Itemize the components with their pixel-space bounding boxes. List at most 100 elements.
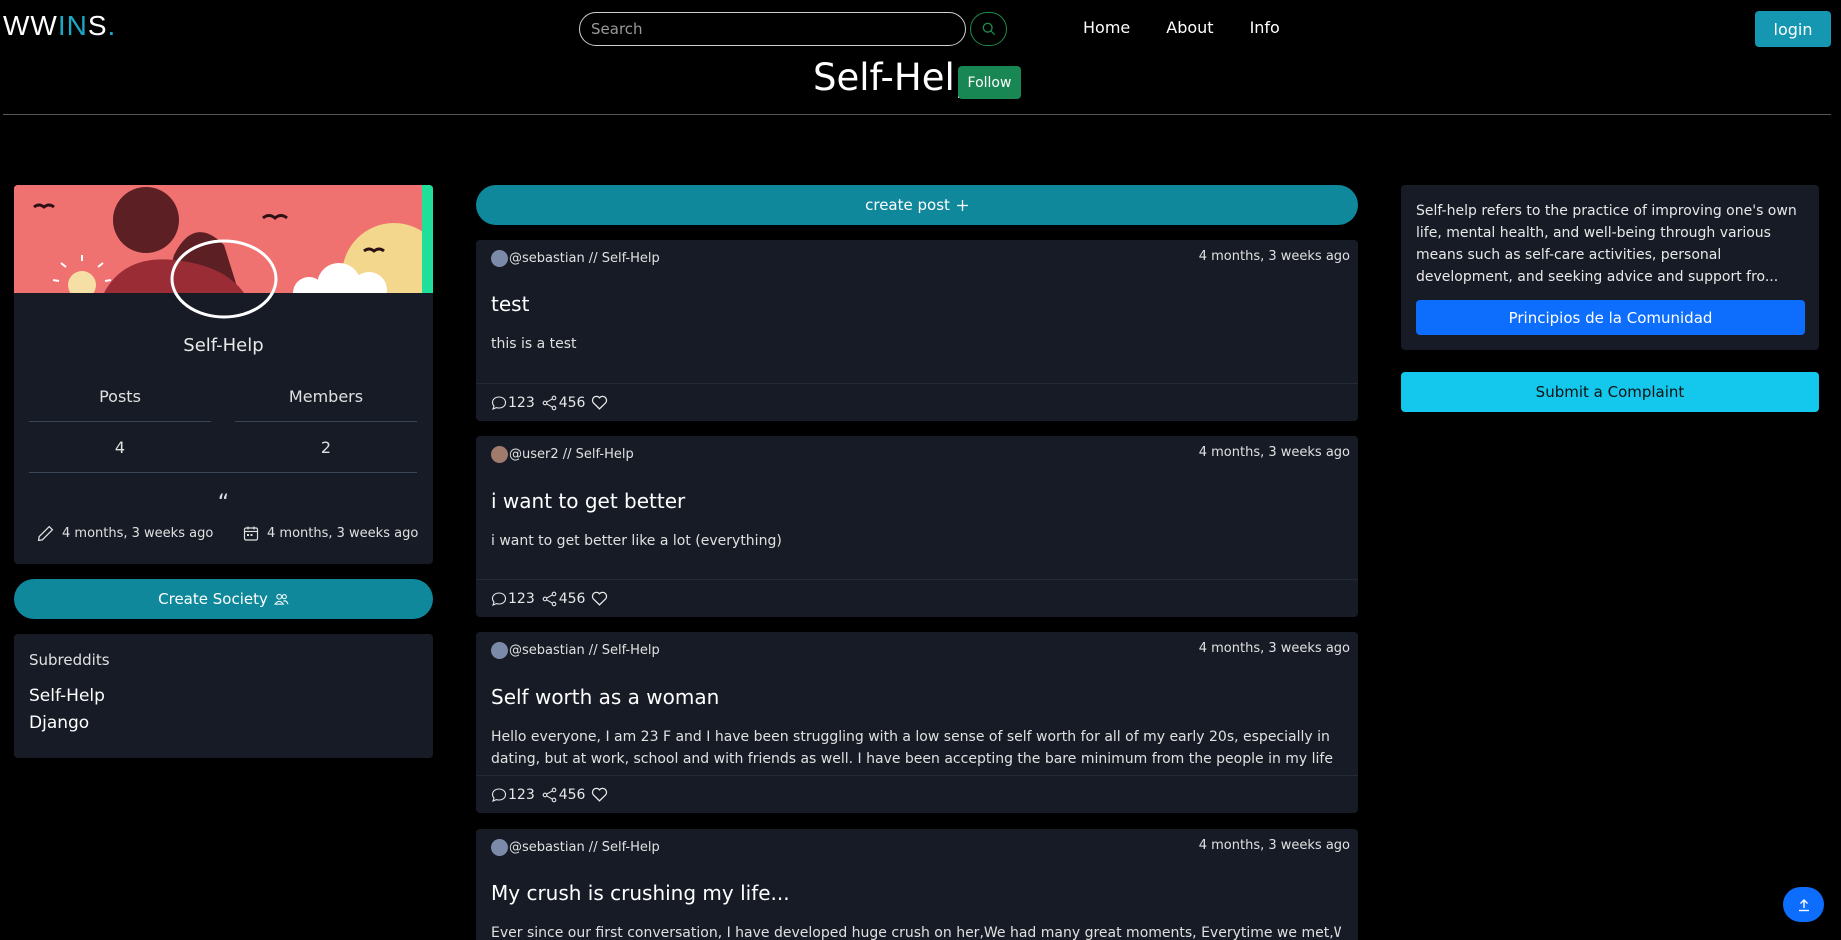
banner-accent-strip [422, 185, 433, 293]
community-rules-button[interactable]: Principios de la Comunidad [1416, 300, 1805, 335]
posts-label: Posts [99, 387, 141, 406]
post-author[interactable]: @sebastian // Self-Help [491, 642, 660, 659]
avatar [491, 250, 508, 267]
calendar-icon [243, 526, 259, 541]
community-description: Self-help refers to the practice of impr… [1416, 203, 1797, 285]
post-author-text: @sebastian // Self-Help [509, 251, 660, 266]
post-title[interactable]: Self worth as a woman [491, 685, 719, 709]
post-card[interactable]: @user2 // Self-Help 4 months, 3 weeks ag… [476, 436, 1358, 617]
share-icon [542, 395, 557, 410]
nav-about[interactable]: About [1166, 18, 1213, 37]
avatar [491, 446, 508, 463]
create-society-label: Create Society [158, 590, 268, 608]
post-body: Ever since our first conversation, I hav… [491, 925, 1341, 940]
posts-divider [29, 421, 211, 422]
members-count: 2 [320, 438, 332, 457]
comment-icon [491, 591, 507, 606]
post-card[interactable]: @sebastian // Self-Help 4 months, 3 week… [476, 829, 1358, 940]
like-action[interactable] [591, 395, 609, 410]
comment-icon [491, 395, 507, 410]
logo-part3: S [87, 10, 108, 41]
posts-count: 4 [114, 438, 126, 457]
comment-action[interactable]: 123 [491, 591, 535, 607]
about-card: Self-help refers to the practice of impr… [1401, 185, 1819, 350]
post-author[interactable]: @sebastian // Self-Help [491, 839, 660, 856]
subreddits-card: Subreddits Self-Help Django [14, 634, 433, 758]
submit-complaint-button[interactable]: Submit a Complaint [1401, 372, 1819, 412]
share-icon [542, 591, 557, 606]
avatar [491, 642, 508, 659]
post-author[interactable]: @sebastian // Self-Help [491, 250, 660, 267]
search-bar [579, 12, 1007, 46]
post-author-text: @sebastian // Self-Help [509, 643, 660, 658]
share-icon [542, 787, 557, 802]
like-action[interactable] [591, 787, 609, 802]
comment-action[interactable]: 123 [491, 787, 535, 803]
follow-button[interactable]: Follow [958, 66, 1021, 99]
created-meta: 4 months, 3 weeks ago [243, 525, 418, 542]
members-label: Members [288, 387, 364, 406]
post-body: this is a test [491, 336, 577, 352]
logo-dot: . [107, 10, 117, 41]
avatar [491, 839, 508, 856]
heart-icon [592, 787, 608, 802]
subreddit-link[interactable]: Self-Help [29, 686, 418, 706]
comment-count: 123 [508, 786, 535, 803]
scroll-to-top-button[interactable] [1783, 887, 1824, 922]
share-action[interactable]: 456 [541, 395, 585, 411]
comment-count: 123 [508, 590, 535, 607]
post-author[interactable]: @user2 // Self-Help [491, 446, 634, 463]
site-logo[interactable]: WWINS. [3, 10, 116, 42]
society-card: Self-Help Posts Members 4 2 “ 4 months, … [14, 185, 433, 564]
post-time: 4 months, 3 weeks ago [1198, 838, 1350, 853]
post-title[interactable]: i want to get better [491, 489, 685, 513]
post-title[interactable]: test [491, 292, 529, 316]
create-post-label: create post [865, 196, 950, 214]
post-author-text: @sebastian // Self-Help [509, 840, 660, 855]
members-divider [235, 421, 417, 422]
people-icon [273, 593, 289, 605]
post-author-text: @user2 // Self-Help [509, 447, 634, 462]
logo-part1: WW [3, 10, 58, 41]
post-actions: 123 456 [476, 383, 1358, 421]
nav-home[interactable]: Home [1083, 18, 1130, 37]
create-society-button[interactable]: Create Society [14, 579, 433, 619]
heart-icon [592, 591, 608, 606]
pencil-icon [37, 525, 54, 542]
plus-icon [956, 199, 968, 211]
logo-part2: IN [57, 10, 88, 41]
post-time: 4 months, 3 weeks ago [1198, 641, 1350, 656]
arrow-up-icon [1798, 898, 1809, 911]
share-action[interactable]: 456 [541, 590, 586, 607]
comment-icon [491, 787, 507, 802]
share-count: 456 [558, 590, 586, 607]
share-count: 456 [558, 786, 586, 803]
post-body: Hello everyone, I am 23 F and I have bee… [491, 729, 1333, 767]
post-card[interactable]: @sebastian // Self-Help 4 months, 3 week… [476, 632, 1358, 813]
created-time: 4 months, 3 weeks ago [267, 526, 419, 541]
main-nav: Home About Info [1083, 18, 1316, 37]
avatar-ring [170, 239, 278, 319]
like-action[interactable] [591, 591, 609, 606]
post-title[interactable]: My crush is crushing my life... [491, 881, 790, 905]
stats-divider [29, 472, 417, 473]
share-action[interactable]: 456 [541, 786, 586, 803]
society-name: Self-Help [183, 335, 264, 356]
society-quote: “ [217, 491, 230, 516]
subreddits-title: Subreddits [29, 651, 110, 669]
comment-action[interactable]: 123 [491, 395, 535, 411]
search-button[interactable] [970, 12, 1007, 46]
comment-count: 123 [508, 394, 535, 411]
subreddit-link[interactable]: Django [29, 713, 418, 733]
search-input[interactable] [579, 12, 966, 46]
header-divider [3, 114, 1831, 115]
nav-info[interactable]: Info [1250, 18, 1280, 37]
create-post-button[interactable]: create post [476, 185, 1358, 225]
post-card[interactable]: @sebastian // Self-Help 4 months, 3 week… [476, 240, 1358, 421]
edited-meta: 4 months, 3 weeks ago [37, 525, 213, 542]
page-title: Self-Help [813, 56, 979, 99]
edited-time: 4 months, 3 weeks ago [62, 526, 214, 541]
post-time: 4 months, 3 weeks ago [1198, 445, 1350, 460]
login-button[interactable]: login [1755, 11, 1831, 47]
heart-icon [592, 395, 608, 410]
